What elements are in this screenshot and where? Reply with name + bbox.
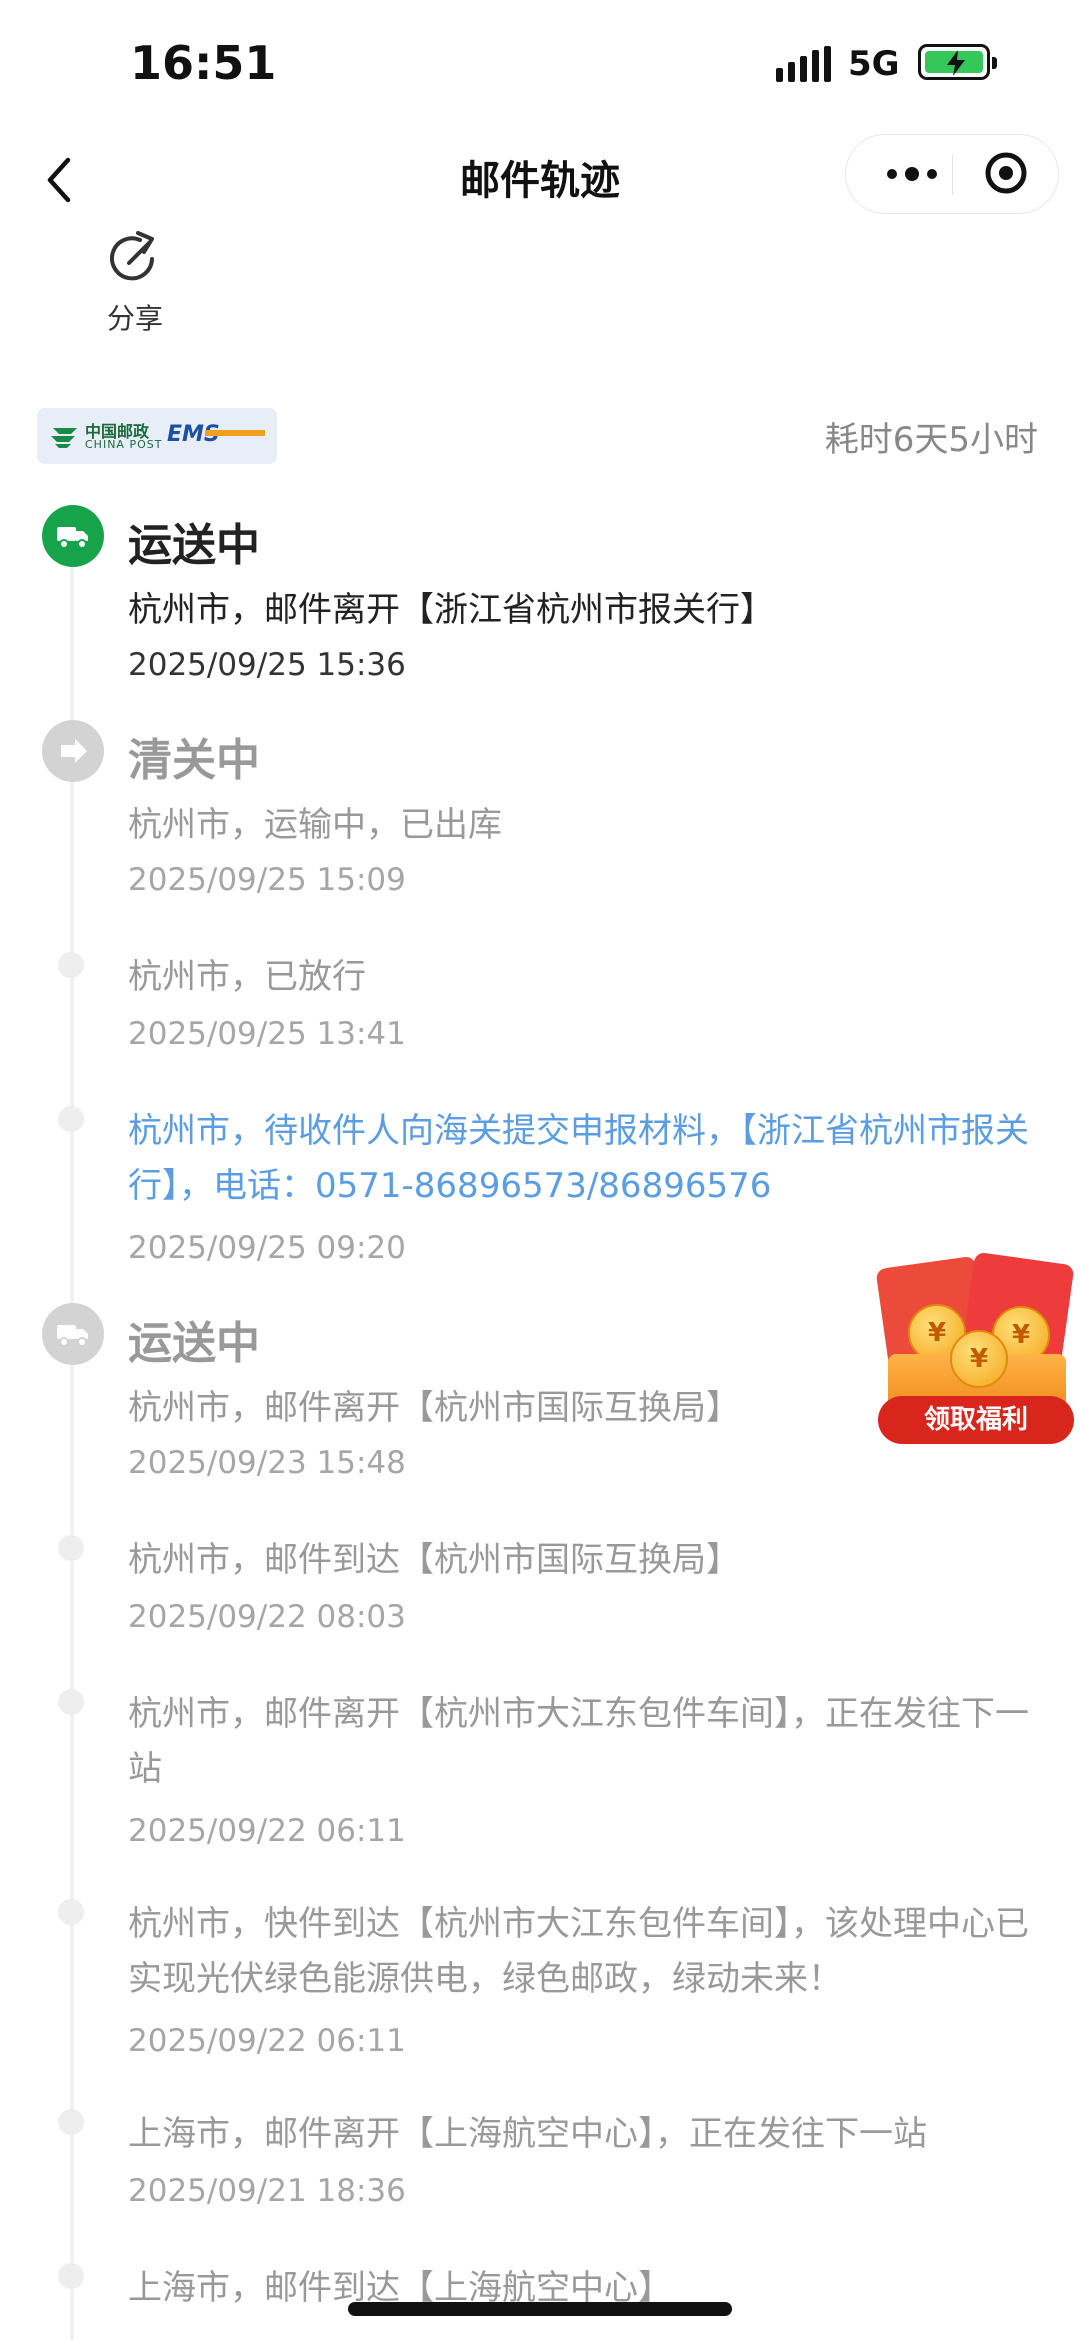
event-description: 杭州市，快件到达【杭州市大江东包件车间】，该处理中心已实现光伏绿色能源供电，绿色… xyxy=(128,1904,1029,1999)
event-time: 2025/09/23 15:48 xyxy=(128,1445,406,1481)
timeline-dot xyxy=(58,1106,84,1132)
event-time: 2025/09/25 15:09 xyxy=(128,862,406,898)
signal-icon xyxy=(776,46,831,82)
promo-red-envelope-button[interactable]: ¥ ¥ ¥ 领取福利 xyxy=(875,1251,1080,1448)
ems-stripe xyxy=(205,430,265,436)
event-time: 2025/09/22 08:03 xyxy=(128,1599,406,1635)
share-label: 分享 xyxy=(106,302,163,335)
event-time: 2025/09/25 13:41 xyxy=(128,1016,406,1052)
home-indicator xyxy=(348,2302,732,2316)
nav-bar: 邮件轨迹 xyxy=(0,130,1080,226)
battery-icon xyxy=(918,44,997,80)
event-description: 杭州市，邮件离开【杭州市大江东包件车间】，正在发往下一站 xyxy=(128,1694,1029,1789)
network-type: 5G xyxy=(848,44,900,84)
capsule-divider xyxy=(952,155,953,195)
truck-icon xyxy=(42,1303,104,1365)
event-time: 2025/09/25 15:36 xyxy=(128,647,406,683)
timeline-dot xyxy=(58,2263,84,2289)
customs-icon xyxy=(42,720,104,782)
china-post-logo-icon xyxy=(51,428,77,448)
event-description: 杭州市，邮件到达【杭州市国际互换局】 xyxy=(128,1540,740,1580)
event-description-link[interactable]: 杭州市，待收件人向海关提交申报材料，【浙江省杭州市报关行】，电话：0571-86… xyxy=(128,1104,1048,1214)
timeline-dot xyxy=(58,2109,84,2135)
logo-text-en: CHINA POST xyxy=(85,438,163,451)
coin-icon: ¥ xyxy=(950,1330,1008,1388)
event-description: 上海市，邮件离开【上海航空中心】，正在发往下一站 xyxy=(128,2114,927,2154)
event-time: 2025/09/22 06:11 xyxy=(128,2023,406,2059)
timeline-dot xyxy=(58,1535,84,1561)
more-icon[interactable] xyxy=(872,139,952,209)
timeline-dot xyxy=(58,1689,84,1715)
event-status: 运送中 xyxy=(128,1318,260,1369)
truck-icon xyxy=(42,505,104,567)
event-description: 杭州市，已放行 xyxy=(128,957,366,997)
promo-label: 领取福利 xyxy=(878,1396,1074,1444)
event-status: 运送中 xyxy=(128,520,260,571)
share-button[interactable]: 分享 xyxy=(90,225,180,337)
clock: 16:51 xyxy=(130,36,277,90)
event-time: 2025/09/25 09:20 xyxy=(128,1230,406,1266)
timeline-dot xyxy=(58,1899,84,1925)
timeline-dot xyxy=(58,952,84,978)
event-status: 清关中 xyxy=(128,735,260,786)
event-time: 2025/09/22 06:11 xyxy=(128,1813,406,1849)
carrier-logo: 中国邮政 CHINA POST EMS xyxy=(37,408,277,464)
event-description: 杭州市，邮件离开【浙江省杭州市报关行】 xyxy=(128,590,774,630)
transit-duration: 耗时6天5小时 xyxy=(824,420,1038,460)
event-description: 杭州市，运输中，已出库 xyxy=(128,805,502,845)
share-icon xyxy=(110,231,154,281)
event-time: 2025/09/21 18:36 xyxy=(128,2173,406,2209)
status-bar: 16:51 5G xyxy=(0,0,1080,130)
mini-program-capsule xyxy=(845,134,1059,214)
timeline-line xyxy=(70,540,74,2340)
close-target-icon[interactable] xyxy=(983,150,1029,196)
